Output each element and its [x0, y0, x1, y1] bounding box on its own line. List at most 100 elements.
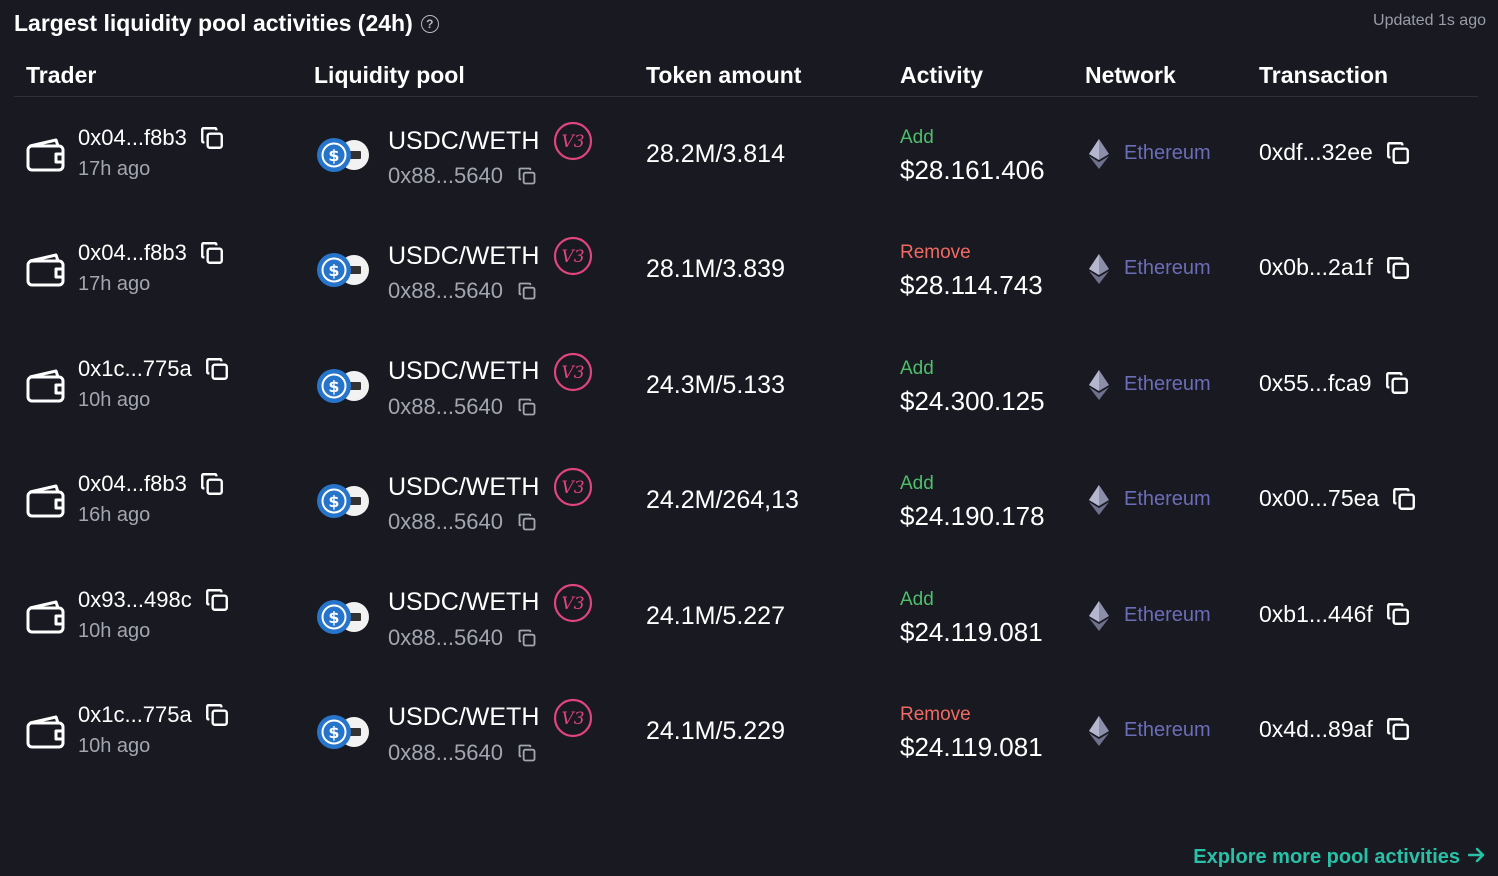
network-name: Ethereum — [1124, 142, 1211, 164]
v3-badge-icon: V3 — [553, 467, 593, 507]
table-row[interactable]: 0x93...498c 10h ago $ USDC/WETH V3 0x88...564… — [0, 559, 1498, 674]
pool-name-text: USDC/WETH — [388, 126, 540, 155]
svg-text:$: $ — [328, 377, 339, 396]
arrow-right-icon — [1467, 846, 1486, 869]
pool-address[interactable]: 0x88...5640 — [388, 625, 537, 651]
copy-icon[interactable] — [199, 471, 225, 497]
pool-address-text: 0x88...5640 — [388, 278, 503, 304]
copy-icon[interactable] — [517, 628, 537, 648]
trader-time: 10h ago — [78, 734, 151, 757]
v3-badge-icon: V3 — [553, 698, 593, 738]
transaction-hash[interactable]: 0xdf...32ee — [1259, 139, 1411, 166]
transaction-hash-text: 0x0b...2a1f — [1259, 254, 1373, 281]
copy-icon[interactable] — [1385, 601, 1411, 627]
column-header-transaction: Transaction — [1259, 62, 1389, 88]
table-row[interactable]: 0x04...f8b3 17h ago $ USDC/WETH V3 0x88...564… — [0, 97, 1498, 212]
pool-address[interactable]: 0x88...5640 — [388, 163, 537, 189]
usdc-weth-pair-icon: $ — [316, 714, 374, 750]
activity-value: $28.114.743 — [900, 270, 1043, 301]
v3-badge-icon: V3 — [553, 352, 593, 392]
copy-icon[interactable] — [517, 743, 537, 763]
copy-icon[interactable] — [517, 166, 537, 186]
copy-icon[interactable] — [199, 125, 225, 151]
svg-text:$: $ — [328, 146, 339, 165]
pool-address-text: 0x88...5640 — [388, 624, 503, 650]
transaction-hash[interactable]: 0x0b...2a1f — [1259, 254, 1411, 281]
transaction-hash[interactable]: 0xb1...446f — [1259, 601, 1411, 628]
pool-address[interactable]: 0x88...5640 — [388, 509, 537, 535]
panel-title-text: Largest liquidity pool activities (24h) — [14, 10, 413, 36]
trader-address[interactable]: 0x04...f8b3 — [78, 240, 225, 266]
pool-address[interactable]: 0x88...5640 — [388, 278, 537, 304]
token-amount: 24.3M/5.133 — [646, 370, 785, 399]
transaction-hash[interactable]: 0x55...fca9 — [1259, 370, 1410, 397]
trader-address[interactable]: 0x04...f8b3 — [78, 125, 225, 151]
pool-name[interactable]: USDC/WETH V3 — [388, 121, 593, 161]
copy-icon[interactable] — [199, 240, 225, 266]
copy-icon[interactable] — [1385, 716, 1411, 742]
transaction-hash[interactable]: 0x00...75ea — [1259, 485, 1417, 512]
token-amount: 24.1M/5.229 — [646, 716, 785, 745]
pool-address[interactable]: 0x88...5640 — [388, 394, 537, 420]
trader-time: 10h ago — [78, 619, 151, 642]
usdc-weth-pair-icon: $ — [316, 137, 374, 173]
copy-icon[interactable] — [204, 702, 230, 728]
copy-icon[interactable] — [204, 356, 230, 382]
pool-name[interactable]: USDC/WETH V3 — [388, 467, 593, 507]
pool-address[interactable]: 0x88...5640 — [388, 740, 537, 766]
v3-badge-icon: V3 — [553, 121, 593, 161]
copy-icon[interactable] — [204, 587, 230, 613]
trader-address[interactable]: 0x93...498c — [78, 587, 230, 613]
network-name: Ethereum — [1124, 488, 1211, 511]
copy-icon[interactable] — [1385, 140, 1411, 166]
activity-value: $28.161.406 — [900, 155, 1045, 185]
ethereum-icon — [1089, 600, 1109, 636]
pool-name[interactable]: USDC/WETH V3 — [388, 583, 593, 623]
table-row[interactable]: 0x04...f8b3 17h ago $ USDC/WETH V3 0x88...564… — [0, 212, 1498, 327]
column-header-token-amount: Token amount — [646, 62, 802, 88]
trader-time: 17h ago — [78, 273, 151, 296]
copy-icon[interactable] — [517, 397, 537, 417]
v3-badge-icon: V3 — [553, 583, 593, 623]
transaction-hash-text: 0xb1...446f — [1259, 600, 1373, 627]
trader-time: 16h ago — [78, 504, 151, 527]
trader-address[interactable]: 0x1c...775a — [78, 702, 230, 728]
table-row[interactable]: 0x1c...775a 10h ago $ USDC/WETH V3 0x88...564… — [0, 674, 1498, 789]
wallet-icon — [26, 252, 66, 293]
copy-icon[interactable] — [517, 512, 537, 532]
copy-icon[interactable] — [1384, 370, 1410, 396]
pool-name[interactable]: USDC/WETH V3 — [388, 698, 593, 738]
svg-text:V3: V3 — [562, 478, 585, 498]
pool-name[interactable]: USDC/WETH V3 — [388, 352, 593, 392]
trader-address-text: 0x1c...775a — [78, 701, 192, 727]
ethereum-icon — [1089, 254, 1109, 289]
updated-timestamp: Updated 1s ago — [1373, 12, 1486, 29]
table-row[interactable]: 0x1c...775a 10h ago $ USDC/WETH V3 0x88...564… — [0, 328, 1498, 443]
activity-type: Add — [900, 588, 934, 610]
svg-text:$: $ — [328, 261, 339, 280]
explore-more-link[interactable]: Explore more pool activities — [1193, 846, 1486, 869]
svg-text:$: $ — [328, 608, 339, 627]
activity-type: Remove — [900, 703, 971, 725]
transaction-hash-text: 0x4d...89af — [1259, 715, 1373, 742]
table-row[interactable]: 0x04...f8b3 16h ago $ USDC/WETH V3 0x88...564… — [0, 443, 1498, 558]
usdc-weth-pair-icon: $ — [316, 483, 374, 519]
ethereum-icon — [1089, 369, 1109, 405]
pool-name[interactable]: USDC/WETH V3 — [388, 236, 593, 276]
table-header: Trader Liquidity pool Token amount Activ… — [14, 60, 1478, 97]
transaction-hash[interactable]: 0x4d...89af — [1259, 716, 1411, 743]
activity-type: Add — [900, 357, 934, 379]
svg-text:V3: V3 — [562, 247, 585, 267]
token-amount: 24.2M/264,13 — [646, 486, 799, 515]
trader-address[interactable]: 0x04...f8b3 — [78, 471, 225, 497]
activity-type: Add — [900, 473, 934, 495]
copy-icon[interactable] — [1391, 486, 1417, 512]
trader-address-text: 0x93...498c — [78, 586, 192, 612]
trader-address[interactable]: 0x1c...775a — [78, 356, 230, 382]
copy-icon[interactable] — [1385, 255, 1411, 281]
help-icon[interactable]: ? — [420, 14, 439, 33]
network-name: Ethereum — [1124, 603, 1211, 626]
token-amount: 28.2M/3.814 — [646, 140, 785, 168]
copy-icon[interactable] — [517, 281, 537, 301]
column-header-activity: Activity — [900, 62, 984, 88]
